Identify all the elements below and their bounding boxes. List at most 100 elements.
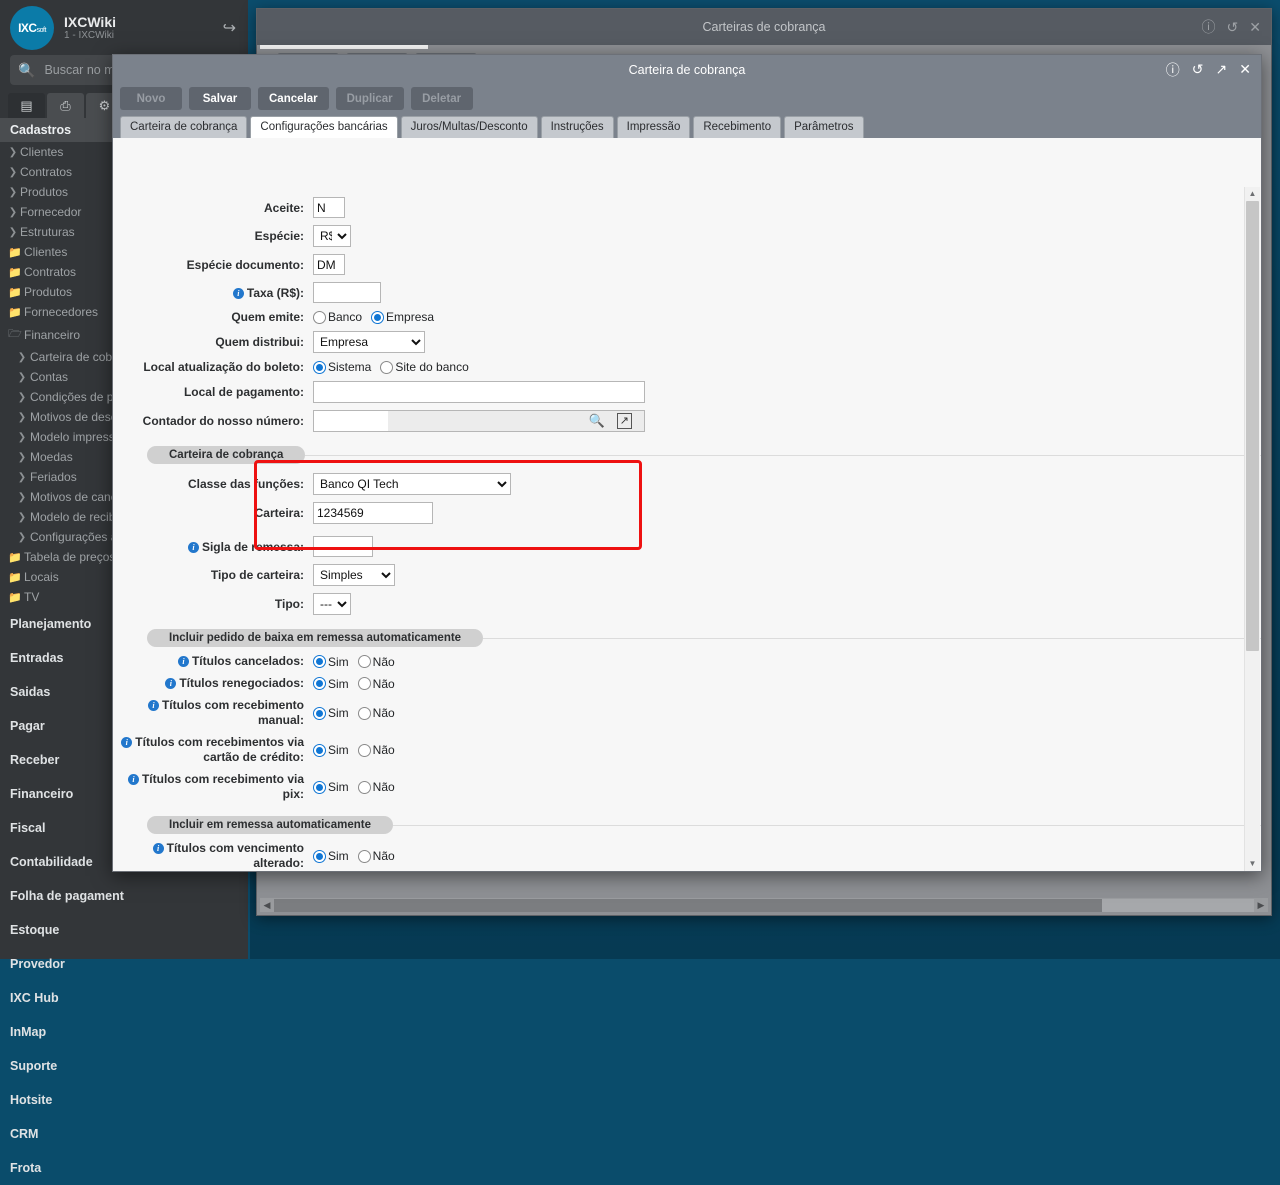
radio-icon[interactable]	[313, 677, 326, 690]
radio-option-no[interactable]: Não	[358, 743, 395, 757]
scroll-up-arrow-icon[interactable]: ▲	[1245, 187, 1260, 201]
tab-carteira-de-cobranca[interactable]: Carteira de cobrança	[120, 116, 247, 138]
salvar-button[interactable]: Salvar	[189, 87, 251, 110]
close-icon[interactable]: ✕	[1249, 19, 1261, 36]
tipo-carteira-select[interactable]: Simples	[313, 564, 395, 586]
carteira-de-cobranca-dialog[interactable]: Carteira de cobrança ⓘ ↺ ↗ ✕ Novo Salvar…	[112, 54, 1262, 872]
field-label-text: Títulos com recebimento via pix:	[142, 772, 304, 801]
tab-configuracoes-bancarias[interactable]: Configurações bancárias	[250, 116, 397, 138]
duplicar-button[interactable]: Duplicar	[336, 87, 404, 110]
folder-icon: 📁	[6, 266, 24, 279]
radio-option-sim[interactable]: Sim	[313, 849, 349, 863]
tab-instrucoes[interactable]: Instruções	[541, 116, 614, 138]
local-pagamento-input[interactable]	[313, 381, 645, 403]
scroll-down-arrow-icon[interactable]: ▼	[1245, 857, 1260, 871]
radio-option-no[interactable]: Não	[358, 706, 395, 720]
aceite-input[interactable]	[313, 197, 345, 218]
radio-option-sim[interactable]: Sim	[313, 677, 349, 691]
sidebar-module-provedor[interactable]: Provedor	[0, 947, 248, 981]
printer-icon[interactable]: ⎙	[47, 93, 84, 118]
tipo-select[interactable]: ---	[313, 593, 351, 615]
radio-icon[interactable]	[313, 311, 326, 324]
hscroll-track[interactable]	[274, 899, 1254, 912]
radio-option-sim[interactable]: Sim	[313, 780, 349, 794]
scroll-right-arrow-icon[interactable]: ▶	[1254, 900, 1268, 911]
local-atualizacao-option-site-do-banco[interactable]: Site do banco	[380, 360, 468, 374]
open-external-icon[interactable]: ↗	[617, 413, 632, 429]
radio-option-sim[interactable]: Sim	[313, 655, 349, 669]
radio-option-sim[interactable]: Sim	[313, 706, 349, 720]
hscroll-thumb[interactable]	[274, 899, 1102, 912]
radio-icon[interactable]	[313, 361, 326, 374]
radio-option-no[interactable]: Não	[358, 655, 395, 669]
radio-icon[interactable]	[358, 781, 371, 794]
reload-icon[interactable]: ↺	[1227, 19, 1239, 36]
info-icon[interactable]: i	[178, 656, 189, 667]
info-icon[interactable]: i	[153, 843, 164, 854]
info-icon[interactable]: i	[128, 774, 139, 785]
radio-icon[interactable]	[358, 744, 371, 757]
taxa-input[interactable]	[313, 282, 381, 303]
info-icon[interactable]: i	[188, 542, 199, 553]
contador-nosso-numero-input[interactable]	[314, 411, 388, 431]
radio-option-no[interactable]: Não	[358, 780, 395, 794]
radio-label: Sim	[328, 655, 349, 669]
sidebar-module-ixc-hub[interactable]: IXC Hub	[0, 981, 248, 1015]
radio-option-no[interactable]: Não	[358, 849, 395, 863]
field-label-text: Títulos renegociados:	[179, 676, 304, 690]
sidebar-module-estoque[interactable]: Estoque	[0, 913, 248, 947]
tab-parametros[interactable]: Parâmetros	[784, 116, 863, 138]
carteira-input[interactable]	[313, 502, 433, 524]
radio-icon[interactable]	[358, 850, 371, 863]
dialog-vertical-scrollbar[interactable]: ▲ ▼	[1244, 187, 1260, 871]
help-icon[interactable]: ⓘ	[1202, 17, 1216, 37]
help-icon[interactable]: ⓘ	[1166, 60, 1180, 80]
sidebar-module-crm[interactable]: CRM	[0, 1117, 248, 1151]
contador-lookup-wrap[interactable]: 🔍 ↗	[313, 410, 645, 432]
radio-icon[interactable]	[313, 850, 326, 863]
local-atualizacao-option-sistema[interactable]: Sistema	[313, 360, 371, 374]
especie-documento-input[interactable]	[313, 254, 345, 275]
tab-recebimento[interactable]: Recebimento	[693, 116, 781, 138]
radio-icon[interactable]	[313, 707, 326, 720]
sigla-remessa-input[interactable]	[313, 536, 373, 557]
radio-icon[interactable]	[313, 781, 326, 794]
radio-option-no[interactable]: Não	[358, 677, 395, 691]
close-icon[interactable]: ✕	[1239, 61, 1251, 78]
radio-icon[interactable]	[313, 744, 326, 757]
vscroll-thumb[interactable]	[1246, 201, 1259, 651]
tab-juros-multas-desconto[interactable]: Juros/Multas/Desconto	[401, 116, 538, 138]
radio-icon[interactable]	[358, 707, 371, 720]
radio-icon[interactable]	[371, 311, 384, 324]
novo-button[interactable]: Novo	[120, 87, 182, 110]
quem-distribui-select[interactable]: Empresa	[313, 331, 425, 353]
radio-icon[interactable]	[358, 677, 371, 690]
tab-impressao[interactable]: Impressão	[617, 116, 691, 138]
expand-icon[interactable]: ↗	[1216, 61, 1228, 78]
reload-icon[interactable]: ↺	[1192, 61, 1204, 78]
especie-select[interactable]: R$	[313, 225, 351, 247]
background-horizontal-scrollbar[interactable]: ◀ ▶	[260, 898, 1268, 912]
info-icon[interactable]: i	[233, 288, 244, 299]
radio-icon[interactable]	[358, 655, 371, 668]
radio-icon[interactable]	[380, 361, 393, 374]
sidebar-module-inmap[interactable]: InMap	[0, 1015, 248, 1049]
classe-funcoes-select[interactable]: Banco QI Tech	[313, 473, 511, 495]
radio-option-sim[interactable]: Sim	[313, 743, 349, 757]
sidebar-module-frota[interactable]: Frota	[0, 1151, 248, 1185]
sidebar-module-suporte[interactable]: Suporte	[0, 1049, 248, 1083]
info-icon[interactable]: i	[165, 678, 176, 689]
search-icon[interactable]: 🔍	[589, 413, 605, 429]
logout-icon[interactable]: ↪	[223, 18, 236, 38]
deletar-button[interactable]: Deletar	[411, 87, 473, 110]
quem-emite-option-banco[interactable]: Banco	[313, 310, 362, 324]
quem-emite-option-empresa[interactable]: Empresa	[371, 310, 434, 324]
sidebar-module-hotsite[interactable]: Hotsite	[0, 1083, 248, 1117]
radio-icon[interactable]	[313, 655, 326, 668]
list-icon[interactable]: ▤	[8, 93, 45, 118]
sidebar-module-folha-de-pagament[interactable]: Folha de pagament	[0, 879, 248, 913]
scroll-left-arrow-icon[interactable]: ◀	[260, 900, 274, 911]
info-icon[interactable]: i	[121, 737, 132, 748]
info-icon[interactable]: i	[148, 700, 159, 711]
cancelar-button[interactable]: Cancelar	[258, 87, 329, 110]
